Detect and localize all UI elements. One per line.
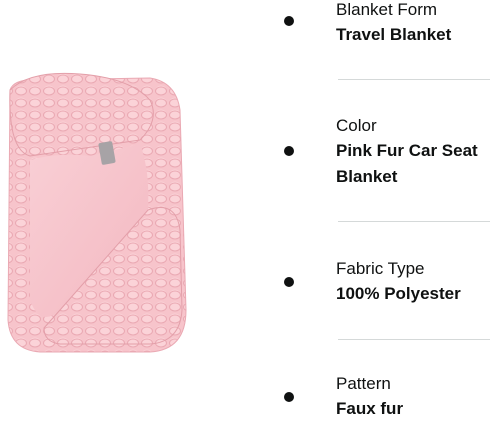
bullet	[284, 146, 294, 156]
divider	[338, 339, 490, 340]
bullet	[284, 392, 294, 402]
bullet	[284, 277, 294, 287]
divider	[338, 221, 490, 222]
attribute-value: Faux fur	[336, 399, 404, 418]
product-image	[0, 60, 200, 360]
product-attributes: Blanket Form Travel Blanket Color Pink F…	[262, 0, 490, 419]
attribute-label: Blanket Form	[336, 0, 438, 19]
bullet	[284, 16, 294, 26]
divider	[338, 79, 490, 80]
attribute-value: Pink Fur Car Seat Blanket	[336, 141, 478, 186]
attribute-label: Pattern	[336, 374, 391, 393]
attribute-value: 100% Polyester	[336, 284, 461, 303]
attribute-value: Travel Blanket	[336, 25, 452, 44]
attribute-label: Color	[336, 116, 377, 135]
attribute-label: Fabric Type	[336, 259, 425, 278]
pink-blanket-image	[7, 72, 187, 353]
